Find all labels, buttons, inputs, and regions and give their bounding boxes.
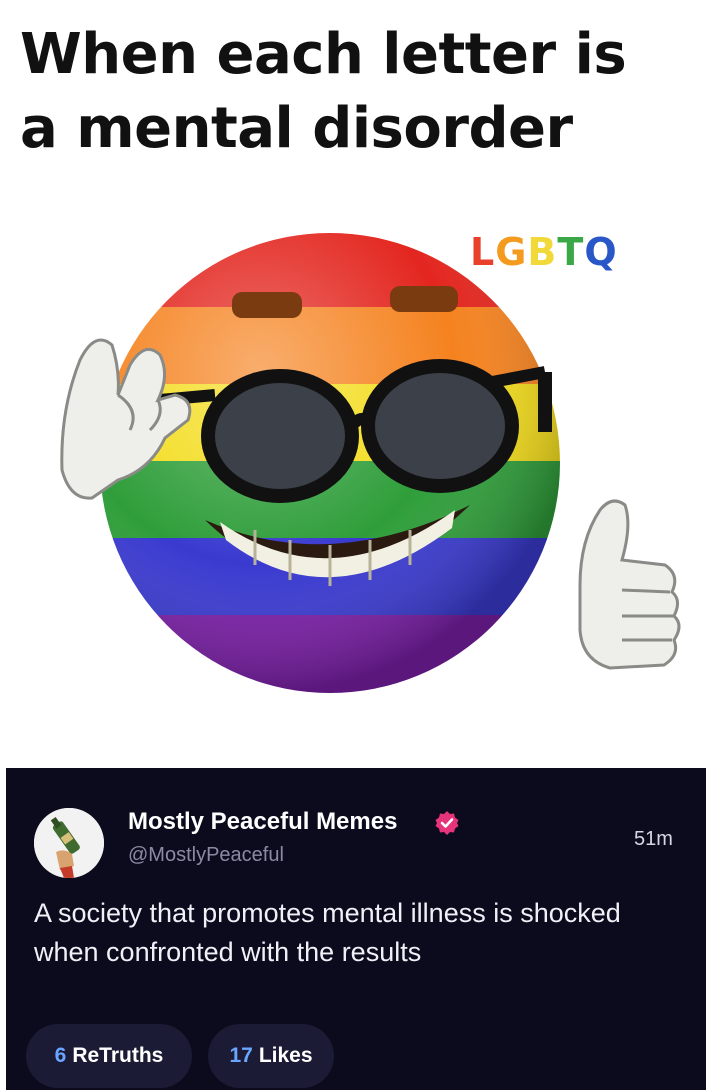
post-text: A society that promotes mental illness i… [34,898,621,967]
overlay-letter: B [527,230,558,274]
verified-badge-icon [435,811,459,835]
author-name[interactable]: Mostly Peaceful Memes [128,808,397,836]
post-card: Mostly Peaceful Memes @MostlyPeaceful 51… [6,768,706,1090]
meme-caption-line-2: a mental disorder [20,96,573,161]
overlay-letter: L [470,230,496,274]
meme-caption: When each letter is a mental disorder [20,18,710,166]
meme-caption-line-1: When each letter is [20,22,627,87]
author-handle[interactable]: @MostlyPeaceful [128,844,284,867]
likes-button[interactable]: 17 Likes [208,1024,334,1088]
avatar[interactable] [34,808,104,878]
retruths-button[interactable]: 6 ReTruths [26,1024,192,1088]
lgbtq-overlay-text: LGBTQ [470,230,618,274]
likes-count: 17 [229,1044,253,1067]
retruths-label: ReTruths [72,1044,164,1067]
overlay-letter: T [557,230,585,274]
overlay-letter: Q [584,230,618,274]
overlay-letter: G [495,230,528,274]
meme-image: When each letter is a mental disorder LG… [0,0,720,768]
bottle-hand-avatar-icon [34,808,104,878]
post-timestamp: 51m [634,828,673,850]
retruths-count: 6 [54,1044,67,1067]
likes-label: Likes [258,1044,313,1067]
